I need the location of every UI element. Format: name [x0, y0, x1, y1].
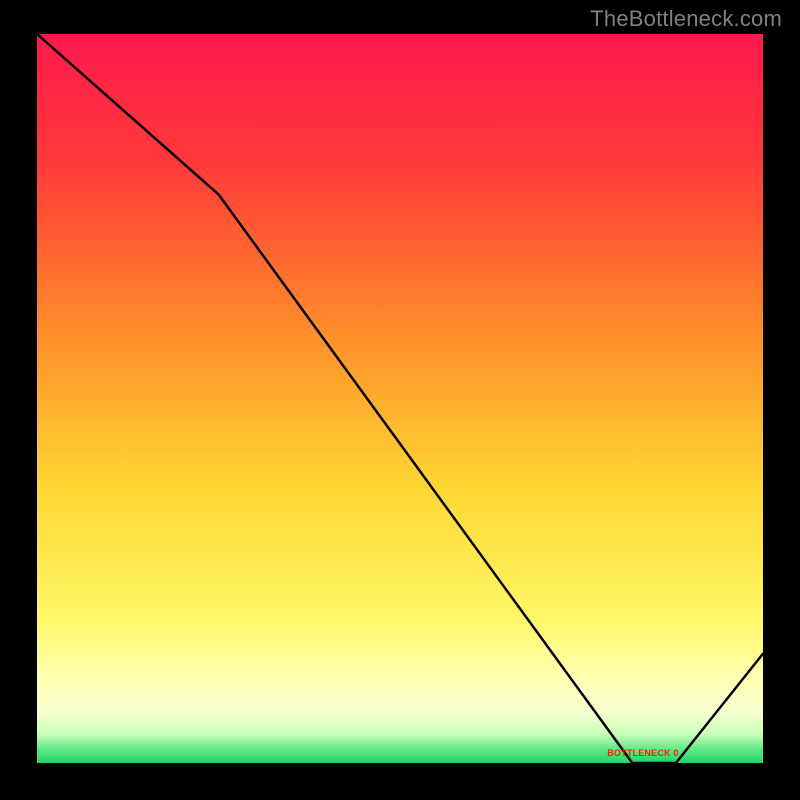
bottleneck-annotation: BOTTLENECK 0 [607, 748, 678, 758]
chart-canvas: TheBottleneck.com BOTTLENECK 0 [0, 0, 800, 800]
watermark-text: TheBottleneck.com [590, 6, 782, 32]
plot-area: BOTTLENECK 0 [34, 34, 766, 766]
chart-svg [37, 34, 763, 763]
chart-background [37, 34, 763, 763]
